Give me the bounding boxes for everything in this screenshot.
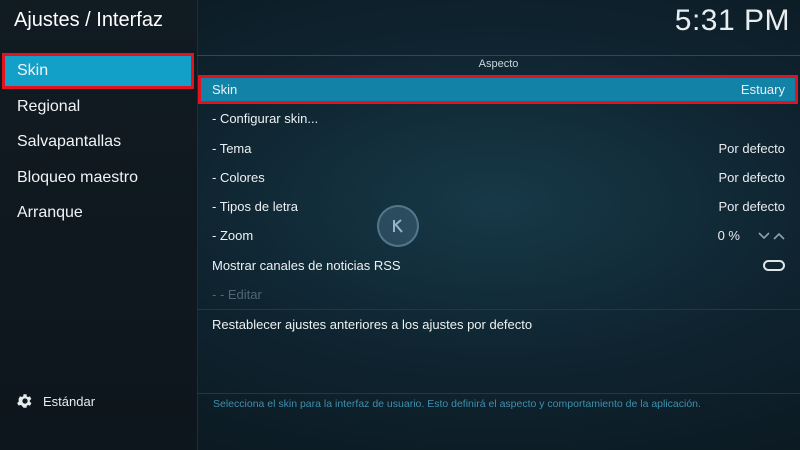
setting-label: Mostrar canales de noticias RSS — [212, 257, 401, 273]
reset-defaults-button[interactable]: Restablecer ajustes anteriores a los aju… — [197, 309, 800, 338]
section-title: Aspecto — [478, 58, 519, 70]
rss-toggle[interactable] — [763, 259, 785, 271]
zoom-value-group: 0 % — [718, 221, 785, 250]
sidebar-item-salvapantallas[interactable]: Salvapantallas — [0, 124, 197, 160]
setting-value: Por defecto — [718, 169, 786, 185]
setting-row-skin[interactable]: Skin Estuary — [198, 75, 798, 105]
sidebar-item-regional[interactable]: Regional — [0, 89, 197, 125]
setting-value: Por defecto — [718, 199, 786, 215]
chevron-down-icon[interactable] — [758, 232, 770, 240]
sidebar: Ajustes / Interfaz Skin Regional Salvapa… — [0, 0, 198, 450]
main-panel: Aspecto Skin Estuary - Configurar skin..… — [197, 0, 800, 450]
help-text: Selecciona el skin para la interfaz de u… — [213, 398, 701, 410]
k-logo-icon — [393, 219, 403, 233]
setting-row-tipos-de-letra[interactable]: - Tipos de letra Por defecto — [197, 192, 800, 221]
settings-list: Skin Estuary - Configurar skin... - Tema… — [197, 75, 800, 339]
section-divider — [197, 55, 800, 56]
setting-label: - - Editar — [212, 287, 262, 303]
settings-window: Ajustes / Interfaz Skin Regional Salvapa… — [0, 0, 800, 450]
sidebar-item-skin[interactable]: Skin — [2, 53, 194, 89]
zoom-spinner — [758, 232, 785, 240]
settings-level-label: Estándar — [43, 393, 96, 409]
setting-label: - Colores — [212, 169, 265, 185]
sidebar-list: Skin Regional Salvapantallas Bloqueo mae… — [0, 53, 197, 231]
setting-value: 0 % — [717, 228, 740, 244]
setting-row-editar: - - Editar — [197, 280, 800, 309]
reset-defaults-label: Restablecer ajustes anteriores a los aju… — [212, 316, 533, 332]
setting-label: - Tema — [212, 140, 252, 156]
setting-row-tema[interactable]: - Tema Por defecto — [197, 134, 800, 163]
settings-level-button[interactable]: Estándar — [16, 392, 95, 410]
setting-label: Skin — [212, 82, 238, 97]
setting-row-configurar-skin[interactable]: - Configurar skin... — [197, 104, 800, 133]
gear-icon — [17, 394, 32, 408]
help-divider — [197, 393, 800, 394]
setting-value: Por defecto — [718, 140, 786, 156]
sidebar-item-bloqueo-maestro[interactable]: Bloqueo maestro — [0, 160, 197, 196]
window-title: Ajustes / Interfaz — [14, 9, 163, 31]
setting-row-zoom[interactable]: - Zoom 0 % — [197, 221, 800, 250]
setting-label: - Tipos de letra — [212, 199, 298, 215]
chevron-up-icon[interactable] — [773, 232, 785, 240]
sidebar-item-arranque[interactable]: Arranque — [0, 195, 197, 231]
setting-value: Estuary — [740, 82, 785, 97]
setting-row-rss[interactable]: Mostrar canales de noticias RSS — [197, 251, 800, 280]
setting-label: - Zoom — [212, 228, 254, 244]
setting-row-colores[interactable]: - Colores Por defecto — [197, 163, 800, 192]
watermark-logo-icon — [377, 205, 419, 247]
setting-label: - Configurar skin... — [212, 111, 319, 127]
